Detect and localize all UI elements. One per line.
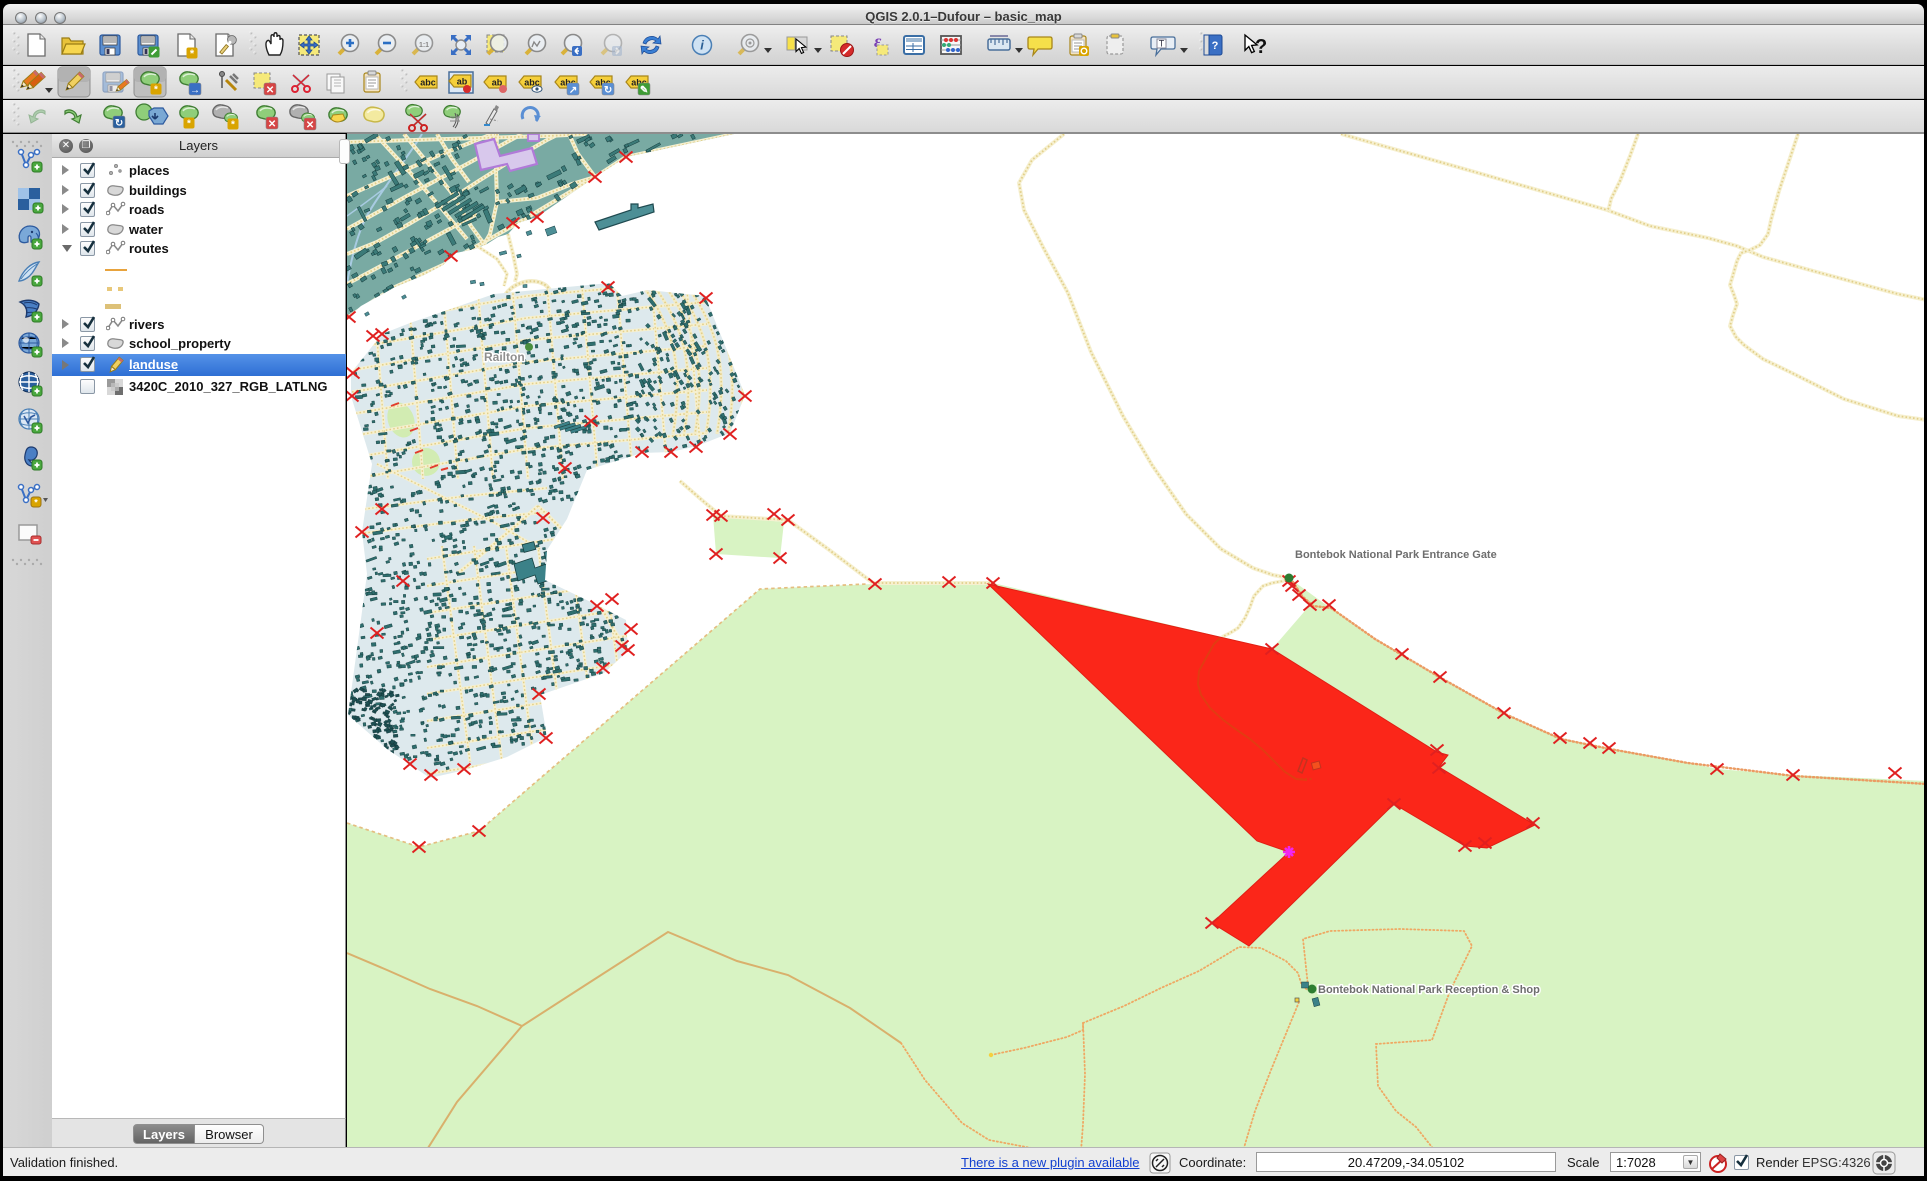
svg-text:*: * — [34, 498, 38, 508]
svg-text:✕: ✕ — [268, 119, 276, 130]
svg-text:↻: ↻ — [604, 85, 612, 96]
svg-text:i: i — [700, 38, 704, 53]
svg-text:?: ? — [1255, 36, 1267, 58]
svg-text:✎: ✎ — [640, 85, 648, 96]
svg-text:*: * — [187, 119, 191, 130]
svg-text:Bontebok National Park Entranc: Bontebok National Park Entrance Gate — [1295, 549, 1497, 561]
svg-text:*: * — [231, 120, 235, 131]
svg-text:1:1: 1:1 — [419, 42, 429, 49]
svg-text:T: T — [1159, 39, 1165, 49]
svg-text:*: * — [190, 48, 195, 60]
svg-text:✕: ✕ — [266, 85, 274, 96]
svg-text:↗: ↗ — [569, 85, 577, 96]
svg-text:→: → — [190, 85, 200, 96]
svg-text:?: ? — [1212, 40, 1219, 52]
svg-text:Bontebok National Park Recepti: Bontebok National Park Reception & Shop — [1318, 984, 1540, 996]
svg-text:ab: ab — [457, 77, 468, 87]
svg-text:Railton: Railton — [484, 350, 525, 364]
svg-text:↻: ↻ — [115, 118, 123, 129]
svg-text:abc: abc — [420, 78, 436, 88]
svg-text:✕: ✕ — [306, 120, 314, 131]
svg-text:*: * — [154, 85, 158, 96]
